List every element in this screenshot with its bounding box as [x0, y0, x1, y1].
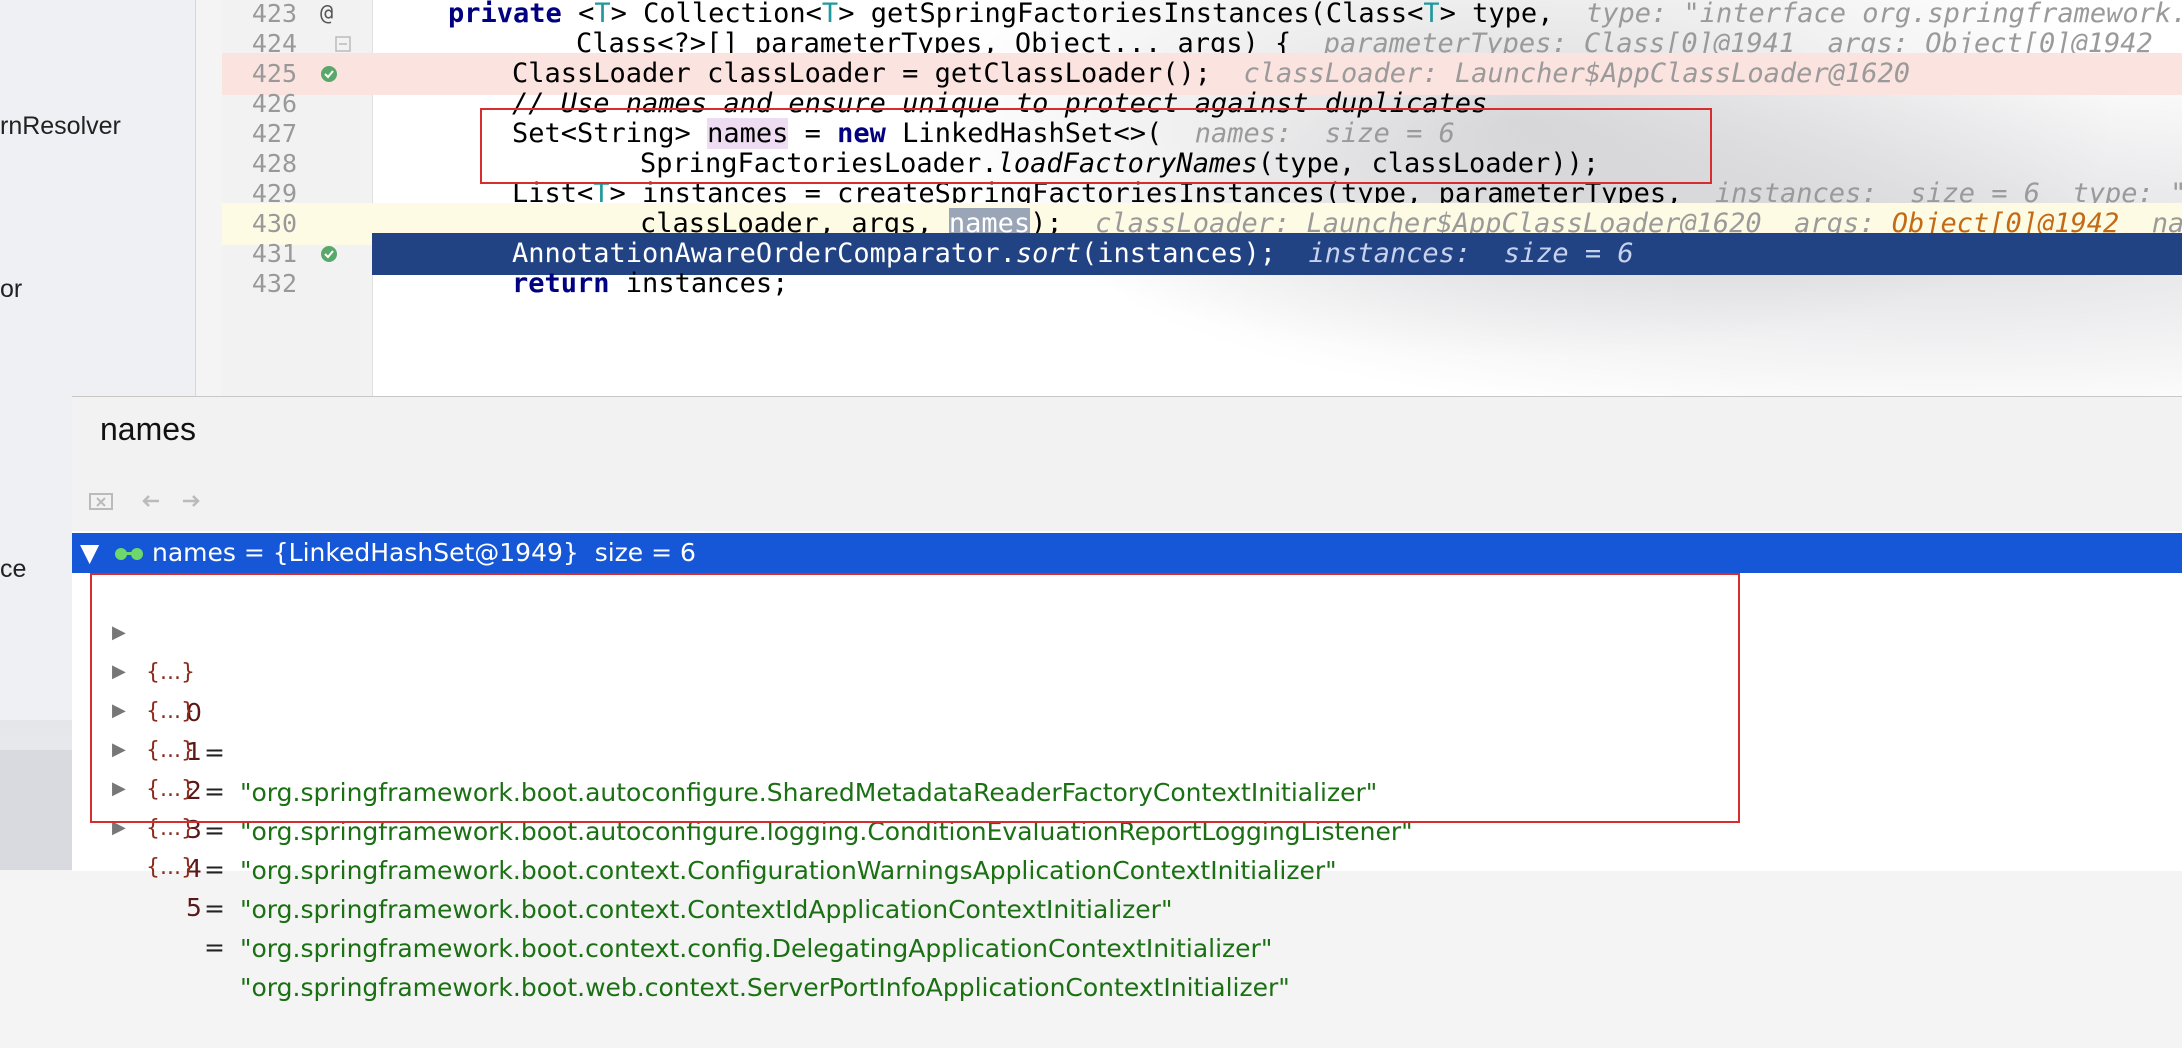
forward-arrow-icon[interactable] [176, 487, 206, 517]
tree-item[interactable]: ▶ {...} 3 = "org.springframework.boot.co… [72, 690, 2182, 924]
item-value: "org.springframework.boot.context.config… [240, 934, 1273, 963]
root-label: names = {LinkedHashSet@1949} size = 6 [152, 538, 696, 567]
popup-header[interactable]: names [72, 397, 2182, 476]
breakpoint-icon[interactable] [320, 245, 338, 263]
tree-item-fragment[interactable]: or [0, 275, 22, 304]
tree-item[interactable]: ▶ {...} 5 = "org.springframework.boot.we… [72, 768, 2182, 1002]
item-value: "org.springframework.boot.context.Contex… [240, 895, 1173, 924]
code-text: return instances; [512, 268, 789, 299]
item-value: "org.springframework.boot.autoconfigure.… [240, 817, 1413, 846]
popup-toolbar [72, 475, 2182, 531]
tree-item[interactable]: ▶ {...} 0 = "org.springframework.boot.au… [72, 573, 2182, 807]
object-icon: {...} [146, 816, 195, 841]
tree-item[interactable]: ▶ {...} 4 = "org.springframework.boot.co… [72, 729, 2182, 963]
popup-title: names [100, 411, 197, 447]
item-value: "org.springframework.boot.context.Config… [240, 856, 1337, 885]
object-icon: {...} [146, 855, 195, 880]
watch-glasses-icon [115, 548, 143, 560]
breakpoint-icon[interactable] [320, 65, 338, 83]
tree-root-row[interactable]: ▼ names = {LinkedHashSet@1949} size = 6 [72, 533, 2182, 573]
tree-item-fragment[interactable]: rnResolver [0, 112, 121, 141]
tree-item[interactable]: ▶ {...} 2 = "org.springframework.boot.co… [72, 651, 2182, 885]
expand-arrow-icon[interactable]: ▶ [112, 808, 126, 848]
code-editor[interactable]: 423 @ private <T> Collection<T> getSprin… [222, 0, 2182, 400]
close-tab-icon[interactable] [86, 487, 116, 517]
code-line-432[interactable]: 432 return instances; [222, 263, 2182, 305]
collapse-arrow-icon[interactable]: ▼ [80, 533, 99, 573]
tree-item-fragment[interactable]: ce [0, 555, 26, 584]
line-number: 432 [251, 269, 297, 298]
back-arrow-icon[interactable] [136, 487, 166, 517]
panel-shade [0, 750, 72, 870]
item-value: "org.springframework.boot.web.context.Se… [240, 973, 1290, 1002]
variable-inspector-popup[interactable]: names ▼ names = {LinkedHashSet@1949} siz… [72, 396, 2182, 1002]
tree-item[interactable]: ▶ {...} 1 = "org.springframework.boot.au… [72, 612, 2182, 846]
fold-icon[interactable] [334, 35, 352, 53]
